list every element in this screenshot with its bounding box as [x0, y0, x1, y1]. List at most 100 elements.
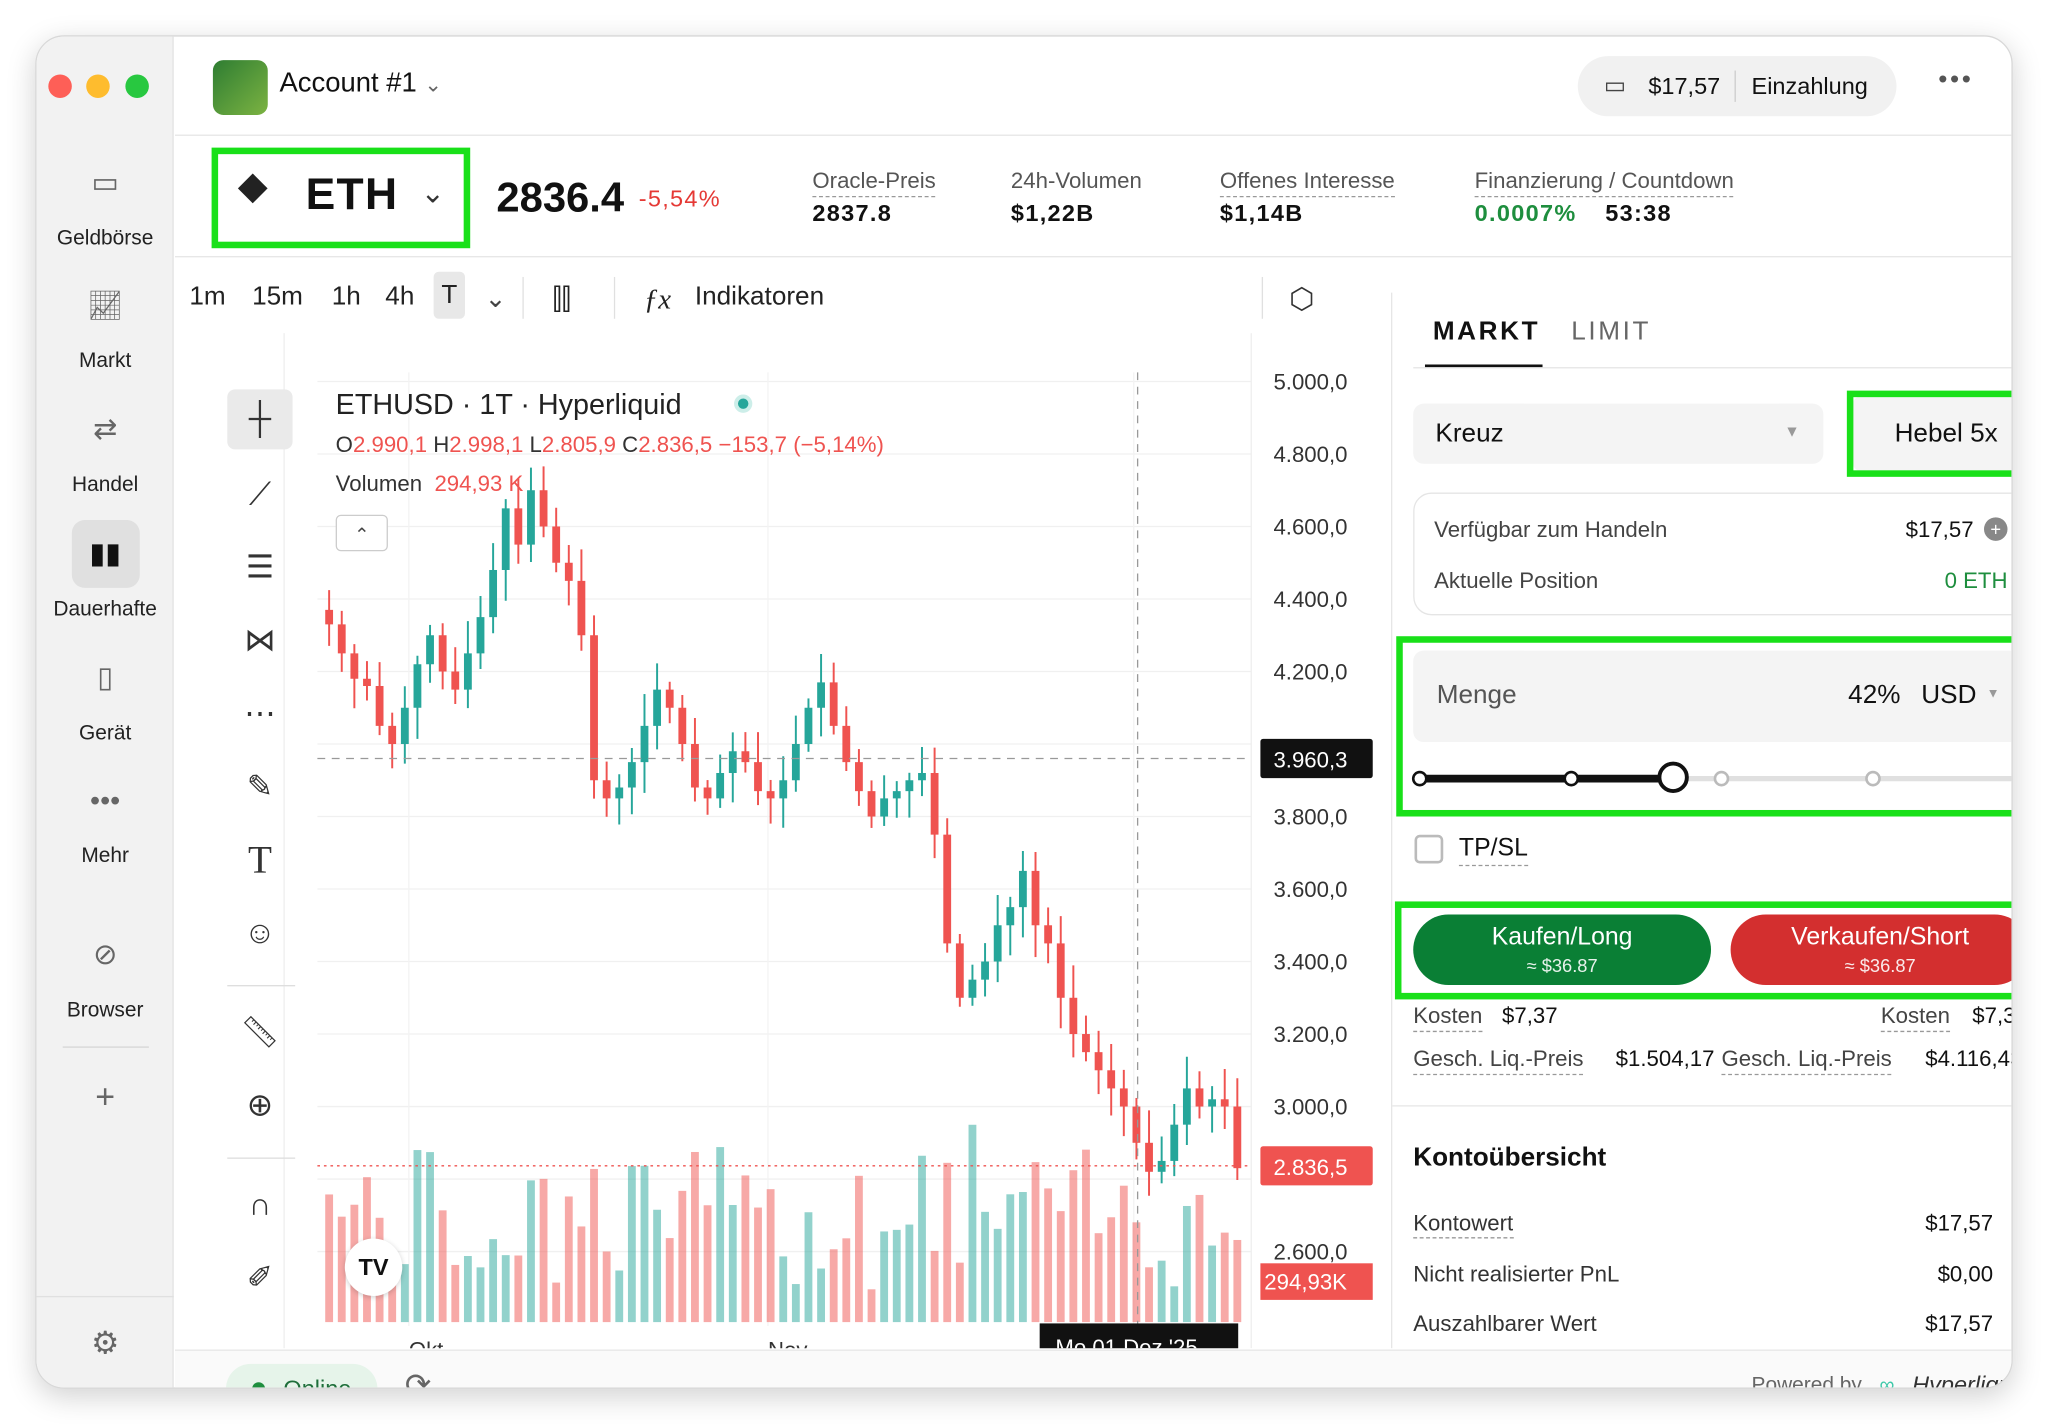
balance-pill[interactable]: ▭ $17,57 Einzahlung: [1577, 56, 1897, 117]
candle-body: [1220, 1099, 1229, 1107]
add-button[interactable]: +: [37, 1076, 174, 1116]
tab-limit[interactable]: LIMIT: [1571, 317, 1651, 347]
volume-legend: Volumen 294,93 K: [335, 471, 524, 497]
balance-card: Verfügbar zum Handeln $17,57 + Aktuelle …: [1413, 492, 2012, 616]
account-switcher[interactable]: Account #1 ⌄: [280, 68, 442, 99]
timeframe-15m[interactable]: 15m: [252, 282, 303, 312]
sidebar-item-trade[interactable]: ⇄ Handel: [37, 396, 174, 498]
open-interest-label[interactable]: Offenes Interesse: [1219, 169, 1395, 198]
candle-body: [741, 751, 750, 763]
candle-body: [552, 526, 561, 563]
wallet-icon: ▭: [91, 165, 119, 199]
settings-icon[interactable]: ⚙︎: [37, 1325, 174, 1363]
volume-bar: [1170, 1286, 1179, 1323]
buy-cost-label[interactable]: Kosten: [1413, 1003, 1483, 1033]
volume-bar: [539, 1178, 548, 1323]
more-menu-button[interactable]: •••: [1938, 65, 1973, 95]
volume-bar: [855, 1175, 863, 1323]
sell-cost-label[interactable]: Kosten: [1880, 1003, 1950, 1033]
timeframe-1h[interactable]: 1h: [332, 282, 361, 312]
buy-liq-label[interactable]: Gesch. Liq.-Preis: [1413, 1046, 1584, 1076]
y-axis-tick-label: 3.600,0: [1273, 877, 1347, 902]
timeframe-1m[interactable]: 1m: [189, 282, 225, 312]
close-window-button[interactable]: [48, 74, 72, 98]
candle-body: [527, 490, 535, 545]
candle-body: [337, 624, 346, 654]
volume-bar: [678, 1190, 687, 1323]
volume-bar: [1145, 1267, 1153, 1323]
zoom-window-button[interactable]: [125, 74, 149, 98]
candle-body: [653, 689, 662, 726]
magnet-icon[interactable]: ∩: [227, 1176, 292, 1236]
volume-bar: [804, 1212, 813, 1323]
fib-lines-icon[interactable]: ☰: [227, 538, 292, 598]
candle-body: [918, 773, 926, 781]
candle-body: [1119, 1088, 1128, 1107]
candle-body: [779, 780, 788, 799]
candle-body: [855, 762, 863, 792]
sidebar-item-wallet[interactable]: ▭ Geldbörse: [37, 149, 174, 251]
tab-market[interactable]: MARKT: [1433, 317, 1540, 347]
timeframe-4h[interactable]: 4h: [385, 282, 414, 312]
brush-icon[interactable]: ✎: [227, 758, 292, 818]
volume-label: 24h-Volumen: [1010, 168, 1142, 194]
candle-body: [955, 943, 964, 998]
candle-body: [691, 744, 699, 788]
candle-body: [930, 773, 939, 835]
sidebar-item-perpetuals[interactable]: ▮▮ Dauerhafte: [37, 519, 174, 622]
minimize-window-button[interactable]: [86, 74, 110, 98]
volume-bar: [766, 1189, 775, 1323]
deposit-button[interactable]: Einzahlung: [1752, 73, 1868, 100]
tpsl-checkbox[interactable]: [1414, 834, 1444, 864]
tradingview-logo: TV: [344, 1238, 403, 1296]
lock-drawing-icon[interactable]: ✐: [227, 1249, 292, 1309]
powered-by-label: Powered by: [1751, 1374, 1862, 1389]
trendline-icon[interactable]: ⟋: [227, 465, 292, 525]
open-interest-value: $1,14B: [1219, 199, 1304, 227]
projection-icon[interactable]: ⋯: [227, 685, 292, 745]
funding-label[interactable]: Finanzierung / Countdown: [1474, 169, 1734, 198]
oracle-label[interactable]: Oracle-Preis: [812, 169, 936, 198]
candles-icon[interactable]: ⫿⫿: [552, 282, 570, 316]
volume-bar: [1018, 1192, 1027, 1323]
emoji-icon[interactable]: ☺: [227, 904, 292, 964]
candle-body: [1018, 870, 1027, 908]
tpsl-label[interactable]: TP/SL: [1458, 835, 1528, 867]
y-axis-tick-label: 4.800,0: [1273, 442, 1347, 467]
margin-mode-select[interactable]: Kreuz ▼: [1413, 403, 1824, 464]
zoom-in-icon[interactable]: ⊕: [227, 1076, 292, 1136]
collapse-legend-button[interactable]: ⌃: [335, 514, 388, 552]
text-tool-icon[interactable]: T: [227, 831, 292, 891]
candle-body: [577, 580, 586, 636]
candle-body: [1170, 1124, 1179, 1161]
chart-settings-icon[interactable]: ⬡: [1289, 282, 1314, 316]
candle-body: [842, 725, 851, 763]
y-axis-tick-label: 4.200,0: [1273, 659, 1347, 684]
sidebar-item-browser[interactable]: ⊘ Browser: [37, 921, 174, 1023]
pattern-icon[interactable]: ⋈: [227, 611, 292, 671]
volume-bar: [438, 1210, 447, 1323]
timeframe-1d[interactable]: T: [433, 271, 465, 319]
volume-bar: [829, 1249, 838, 1323]
oracle-value: 2837.8: [812, 199, 893, 227]
sell-liq-label[interactable]: Gesch. Liq.-Preis: [1721, 1046, 1892, 1076]
candle-body: [388, 725, 397, 745]
volume-bar: [993, 1228, 1002, 1323]
sidebar-item-market[interactable]: 📈︎ Markt: [37, 272, 174, 374]
volume-bar: [1107, 1217, 1116, 1323]
add-funds-icon[interactable]: +: [1983, 517, 2008, 541]
candle-body: [1145, 1142, 1153, 1172]
chevron-down-icon[interactable]: ⌄: [485, 282, 507, 315]
sidebar-item-device[interactable]: ▯ Gerät: [37, 644, 174, 746]
ruler-icon[interactable]: 📏︎: [227, 1003, 292, 1063]
online-dot-icon: [252, 1382, 266, 1388]
indicators-button[interactable]: Indikatoren: [695, 282, 824, 312]
highlight-size: [1396, 636, 2012, 817]
candle-body: [703, 787, 712, 799]
x-axis-tick-label: Nov: [768, 1337, 808, 1348]
sidebar-item-more[interactable]: ••• Mehr: [37, 767, 174, 869]
refresh-icon[interactable]: ⟳: [405, 1367, 431, 1388]
crosshair-icon[interactable]: ┼: [227, 389, 293, 450]
volume-bar: [867, 1289, 876, 1323]
candle-body: [1208, 1099, 1217, 1107]
